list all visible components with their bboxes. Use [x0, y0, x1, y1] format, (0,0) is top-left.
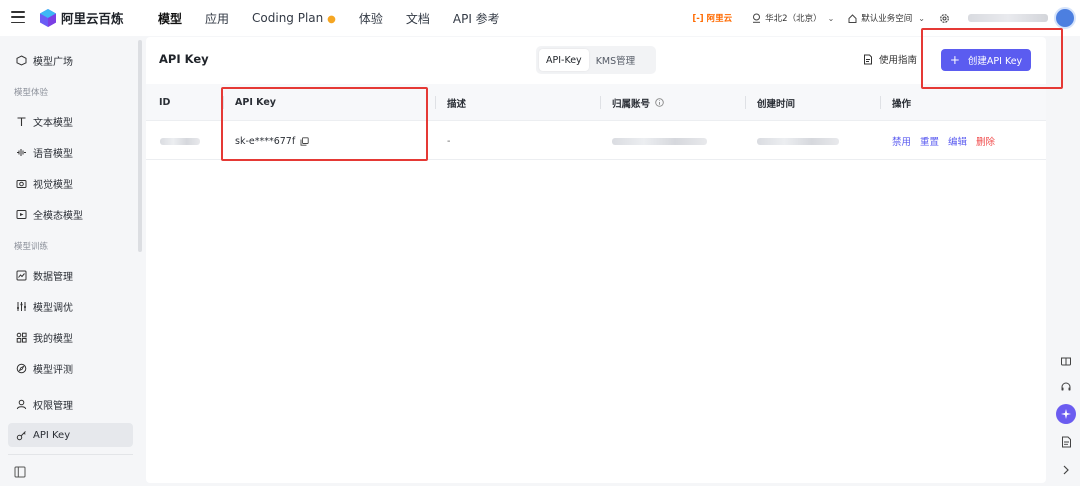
headset-icon[interactable] — [1056, 377, 1076, 397]
cell-id — [160, 122, 200, 160]
sidebar-item-label: 我的模型 — [33, 333, 73, 345]
sidebar-item-model-square[interactable]: 模型广场 — [8, 48, 133, 72]
waveform-icon — [17, 148, 26, 156]
column-header-account-label: 归属账号 — [612, 98, 651, 110]
nav-item-coding-plan-label: Coding Plan — [252, 11, 324, 25]
key-icon — [16, 430, 26, 440]
usage-guide-link[interactable]: 使用指南 — [863, 52, 917, 66]
collapse-sidebar-icon[interactable] — [14, 466, 26, 478]
tab-kms[interactable]: KMS管理 — [589, 49, 642, 71]
tab-switcher: API-Key KMS管理 — [536, 46, 656, 74]
nav-item-experience[interactable]: 体验 — [359, 10, 383, 27]
location-icon — [753, 13, 761, 23]
column-header-description: 描述 — [434, 84, 466, 121]
sidebar-item-text-model[interactable]: 文本模型 — [8, 109, 133, 133]
top-bar: 阿里云百炼 模型 应用 Coding Plan ● 体验 文档 API 参考 [… — [0, 0, 1080, 36]
blurred-account — [612, 137, 707, 145]
sidebar-item-voice-model[interactable]: 语音模型 — [8, 140, 133, 164]
sidebar-item-model-evaluation[interactable]: 模型评测 — [8, 356, 133, 380]
brand[interactable]: 阿里云百炼 — [40, 8, 124, 27]
document-icon — [864, 54, 872, 64]
page-title: API Key — [159, 52, 209, 66]
sidebar-scrollbar[interactable] — [138, 40, 142, 252]
usage-guide-label: 使用指南 — [879, 55, 918, 66]
nav-item-coding-plan[interactable]: Coding Plan ● — [252, 11, 336, 25]
sidebar: 模型广场 模型体验 文本模型 语音模型 视觉模型 全模态模型 模型训练 数据管理… — [0, 36, 144, 486]
sliders-icon — [17, 301, 26, 311]
sidebar-item-label: 视觉模型 — [33, 179, 73, 191]
user-name-blurred[interactable] — [968, 14, 1048, 22]
sidebar-item-permission[interactable]: 权限管理 — [8, 392, 133, 416]
nav-item-docs[interactable]: 文档 — [406, 10, 430, 27]
camera-icon — [16, 179, 27, 188]
flame-icon: ● — [327, 14, 336, 25]
cell-actions: 禁用 重置 编辑 删除 — [892, 122, 1004, 160]
nav-item-api-reference[interactable]: API 参考 — [453, 10, 500, 27]
nav-item-app[interactable]: 应用 — [205, 10, 229, 27]
sidebar-item-label: 模型评测 — [33, 364, 73, 376]
cell-description: - — [447, 135, 451, 147]
compass-icon — [16, 363, 27, 373]
sidebar-item-vision-model[interactable]: 视觉模型 — [8, 171, 133, 195]
sidebar-item-label: 文本模型 — [33, 117, 73, 129]
sidebar-item-data-management[interactable]: 数据管理 — [8, 263, 133, 287]
blurred-created-time — [757, 137, 839, 145]
info-icon[interactable] — [655, 98, 664, 107]
cell-created-time — [757, 122, 839, 160]
home-icon — [848, 13, 857, 23]
sidebar-item-omni-model[interactable]: 全模态模型 — [8, 202, 133, 226]
sidebar-divider — [8, 454, 133, 455]
menu-icon[interactable] — [11, 11, 25, 23]
column-header-account: 归属账号 — [599, 84, 664, 121]
avatar[interactable] — [1054, 7, 1076, 29]
annotation-box-create-button — [921, 28, 1063, 89]
workspace-selector[interactable]: 默认业务空间 ⌄ — [848, 12, 925, 24]
sidebar-item-label: 语音模型 — [33, 148, 73, 160]
sidebar-item-label: 数据管理 — [33, 271, 73, 283]
sidebar-item-my-models[interactable]: 我的模型 — [8, 325, 133, 349]
chevron-down-icon: ⌄ — [827, 13, 835, 23]
reset-button[interactable]: 重置 — [920, 134, 939, 148]
brand-name: 阿里云百炼 — [61, 11, 124, 26]
sidebar-item-label: 模型调优 — [33, 302, 73, 314]
sidebar-section-experience: 模型体验 — [14, 88, 49, 98]
workspace-label: 默认业务空间 — [861, 14, 913, 24]
column-header-actions: 操作 — [879, 84, 911, 121]
delete-button[interactable]: 删除 — [976, 134, 995, 148]
edit-button[interactable]: 编辑 — [948, 134, 967, 148]
gift-icon[interactable] — [1056, 350, 1076, 370]
tab-api-key[interactable]: API-Key — [539, 49, 589, 71]
disable-button[interactable]: 禁用 — [892, 134, 911, 148]
region-selector[interactable]: 华北2（北京） ⌄ — [752, 12, 834, 24]
sidebar-item-model-tuning[interactable]: 模型调优 — [8, 294, 133, 318]
sidebar-item-label: 模型广场 — [33, 56, 73, 68]
region-label: 华北2（北京） — [765, 14, 822, 24]
chevron-right-icon[interactable] — [1056, 460, 1076, 480]
gear-icon[interactable] — [939, 13, 950, 24]
column-header-id: ID — [159, 97, 171, 108]
nav-item-model[interactable]: 模型 — [158, 10, 182, 27]
top-nav: 模型 应用 Coding Plan ● 体验 文档 API 参考 — [158, 0, 523, 36]
user-icon — [16, 399, 27, 409]
document-icon[interactable] — [1056, 432, 1076, 452]
chart-icon — [16, 270, 27, 280]
column-header-created-time: 创建时间 — [744, 84, 795, 121]
cell-account — [612, 122, 707, 160]
ai-assistant-icon[interactable] — [1056, 404, 1076, 424]
omni-icon — [16, 209, 27, 219]
sidebar-section-training: 模型训练 — [14, 242, 49, 252]
sidebar-item-label: API Key — [33, 429, 71, 441]
bailian-logo-icon — [40, 8, 56, 27]
annotation-box-api-key — [221, 87, 428, 161]
text-icon — [17, 116, 26, 126]
aliyun-logo[interactable]: [-] 阿里云 — [692, 12, 732, 24]
sidebar-item-label: 全模态模型 — [33, 210, 83, 222]
grid-icon — [16, 332, 27, 343]
chevron-down-icon: ⌄ — [918, 13, 925, 23]
sidebar-item-label: 权限管理 — [33, 400, 73, 412]
blurred-id — [160, 137, 200, 145]
sidebar-item-api-key[interactable]: API Key — [8, 423, 133, 447]
cube-icon — [16, 54, 27, 66]
